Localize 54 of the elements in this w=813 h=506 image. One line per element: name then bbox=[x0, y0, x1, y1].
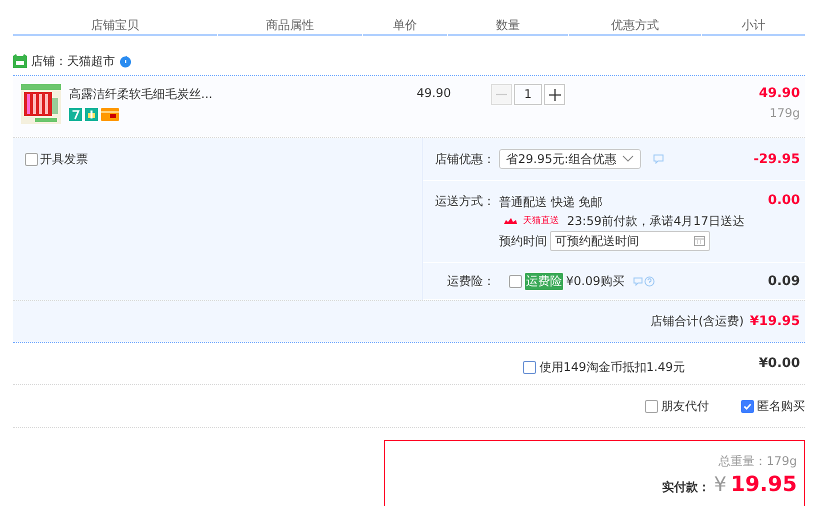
column-header: 优惠方式 bbox=[569, 17, 701, 36]
tmall-direct-badge: 天猫直送 bbox=[499, 212, 559, 231]
comment-icon[interactable] bbox=[653, 154, 664, 164]
pay-amount: 19.95 bbox=[730, 472, 797, 496]
insurance-amount: 0.09 bbox=[768, 274, 800, 288]
invoice-label[interactable]: 开具发票 bbox=[40, 151, 88, 168]
calendar-icon[interactable] bbox=[694, 236, 705, 246]
insurance-price: ¥0.09购买 bbox=[566, 272, 624, 290]
shipping-label: 运送方式： bbox=[434, 193, 495, 210]
product-title[interactable]: 高露洁纤柔软毛细毛炭丝... bbox=[69, 86, 229, 103]
discount-label: 店铺优惠： bbox=[434, 150, 495, 168]
insurance-tag: 运费险 bbox=[525, 272, 563, 290]
checkbox[interactable] bbox=[741, 400, 754, 412]
column-header: 店铺宝贝 bbox=[13, 17, 217, 36]
shipping-method: 普通配送 快递 免邮 bbox=[499, 194, 604, 211]
shop-total-label: 店铺合计(含运费) bbox=[650, 313, 744, 330]
shop-logo-icon bbox=[13, 54, 27, 68]
delivery-promise: 23:59前付款，承诺4月17日送达 bbox=[567, 213, 744, 230]
checkbox[interactable] bbox=[25, 153, 38, 166]
column-header: 商品属性 bbox=[218, 17, 362, 36]
shop-total-amount: ¥19.95 bbox=[750, 314, 800, 329]
column-header: 单价 bbox=[363, 17, 447, 36]
unit-price: 49.90 bbox=[416, 86, 451, 100]
insurance-label: 运费险： bbox=[446, 272, 495, 290]
subtotal-price: 49.90 bbox=[758, 86, 800, 101]
checkbox[interactable] bbox=[509, 274, 522, 288]
gift-icon bbox=[85, 108, 98, 121]
increase-button[interactable] bbox=[544, 84, 565, 105]
discount-dropdown[interactable]: 省29.95元:组合优惠 bbox=[499, 149, 641, 169]
option-label[interactable]: 匿名购买 bbox=[757, 398, 805, 414]
shipping-amount: 0.00 bbox=[768, 193, 800, 210]
plus-icon bbox=[548, 88, 560, 100]
column-header: 数量 bbox=[448, 17, 568, 36]
coins-amount: ¥0.00 bbox=[758, 356, 800, 371]
schedule-label: 预约时间 bbox=[499, 232, 547, 250]
shop-name[interactable]: 店铺：天猫超市 bbox=[31, 52, 115, 70]
help-icon[interactable] bbox=[633, 276, 656, 286]
schedule-field[interactable]: 可预约配送时间 bbox=[550, 231, 710, 251]
chat-icon[interactable] bbox=[119, 54, 132, 68]
currency-symbol: ¥ bbox=[714, 472, 727, 496]
weight-label: 总重量： bbox=[718, 454, 766, 468]
coins-label[interactable]: 使用149淘金币抵扣1.49元 bbox=[539, 359, 685, 376]
column-header: 小计 bbox=[702, 17, 805, 36]
discount-amount: -29.95 bbox=[753, 152, 800, 166]
pay-label: 实付款： bbox=[662, 479, 710, 496]
item-weight: 179g bbox=[768, 106, 800, 120]
total-weight: 179g bbox=[766, 454, 797, 468]
option-label[interactable]: 朋友代付 bbox=[661, 398, 709, 414]
seven-day-return-icon bbox=[69, 108, 82, 121]
checkbox[interactable] bbox=[523, 361, 536, 374]
checkbox[interactable] bbox=[645, 400, 658, 412]
card-icon bbox=[101, 108, 119, 121]
caret-icon bbox=[622, 155, 634, 163]
quantity-field[interactable]: 1 bbox=[514, 84, 542, 105]
